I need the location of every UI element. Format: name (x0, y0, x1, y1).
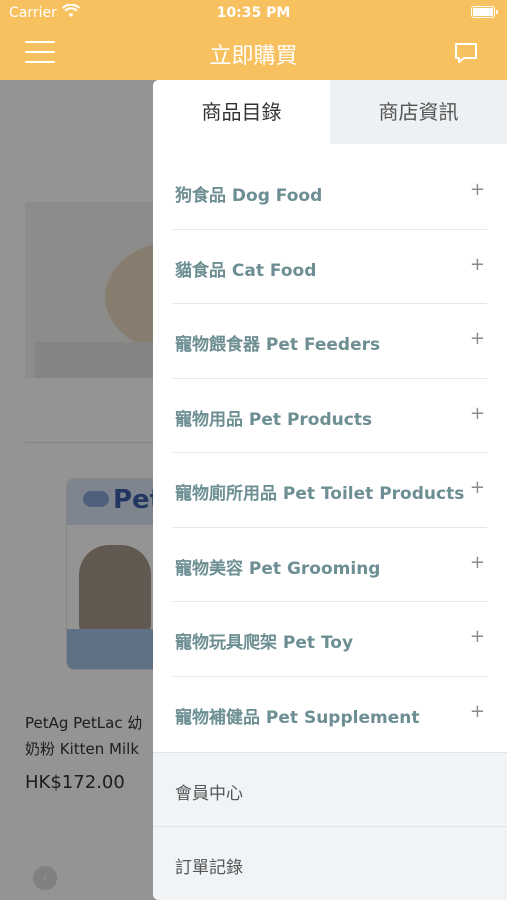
expand-plus-icon[interactable]: + (470, 477, 485, 498)
expand-plus-icon[interactable]: + (470, 626, 485, 647)
member-center-label: 會員中心 (175, 784, 243, 804)
category-label: 寵物餵食器 Pet Feeders (175, 335, 381, 355)
category-label: 寵物玩具爬架 Pet Toy (175, 633, 354, 653)
category-item-cat-food[interactable]: 貓食品 Cat Food + (153, 230, 507, 304)
chat-icon[interactable] (453, 40, 479, 66)
page-title: 立即購買 (209, 44, 298, 69)
category-label: 寵物廁所用品 Pet Toilet Products (175, 484, 465, 504)
category-label: 寵物美容 Pet Grooming (175, 558, 381, 579)
category-item-pet-toilet-products[interactable]: 寵物廁所用品 Pet Toilet Products + (153, 453, 507, 528)
category-item-pet-toy[interactable]: 寵物玩具爬架 Pet Toy + (153, 602, 507, 677)
battery-icon (471, 6, 498, 18)
category-item-pet-products[interactable]: 寵物用品 Pet Products + (153, 379, 507, 453)
expand-plus-icon[interactable]: + (470, 701, 485, 722)
category-label: 貓食品 Cat Food (175, 260, 317, 281)
status-time: 10:35 PM (216, 5, 291, 21)
category-item-pet-feeders[interactable]: 寵物餵食器 Pet Feeders + (153, 304, 507, 379)
expand-plus-icon[interactable]: + (470, 328, 485, 349)
category-label: 狗食品 Dog Food (175, 186, 323, 206)
category-item-pet-supplement[interactable]: 寵物補健品 Pet Supplement + (153, 677, 507, 752)
tab-store-info[interactable]: 商店資訊 (330, 80, 507, 144)
category-label: 寵物補健品 Pet Supplement (175, 707, 420, 728)
side-drawer: 商品目錄 商店資訊 狗食品 Dog Food + 貓食品 Cat Food + … (153, 80, 507, 900)
status-bar: Carrier 10:35 PM (0, 0, 507, 26)
expand-plus-icon[interactable]: + (470, 179, 485, 200)
tab-product-catalog[interactable]: 商品目錄 (153, 80, 330, 144)
nav-bar: 立即購買 (0, 26, 507, 80)
expand-plus-icon[interactable]: + (470, 403, 485, 424)
category-item-pet-grooming[interactable]: 寵物美容 Pet Grooming + (153, 528, 507, 602)
category-item-dog-food[interactable]: 狗食品 Dog Food + (153, 155, 507, 230)
order-history-link[interactable]: 訂單記錄 (153, 827, 507, 900)
member-section: 會員中心 訂單記錄 (153, 752, 507, 900)
expand-plus-icon[interactable]: + (470, 552, 485, 573)
category-list: 狗食品 Dog Food + 貓食品 Cat Food + 寵物餵食器 Pet … (153, 155, 507, 751)
category-label: 寵物用品 Pet Products (175, 409, 373, 430)
expand-plus-icon[interactable]: + (470, 254, 485, 275)
member-center-link[interactable]: 會員中心 (153, 753, 507, 827)
order-history-label: 訂單記錄 (175, 858, 243, 878)
drawer-tabs: 商品目錄 商店資訊 (153, 80, 507, 144)
